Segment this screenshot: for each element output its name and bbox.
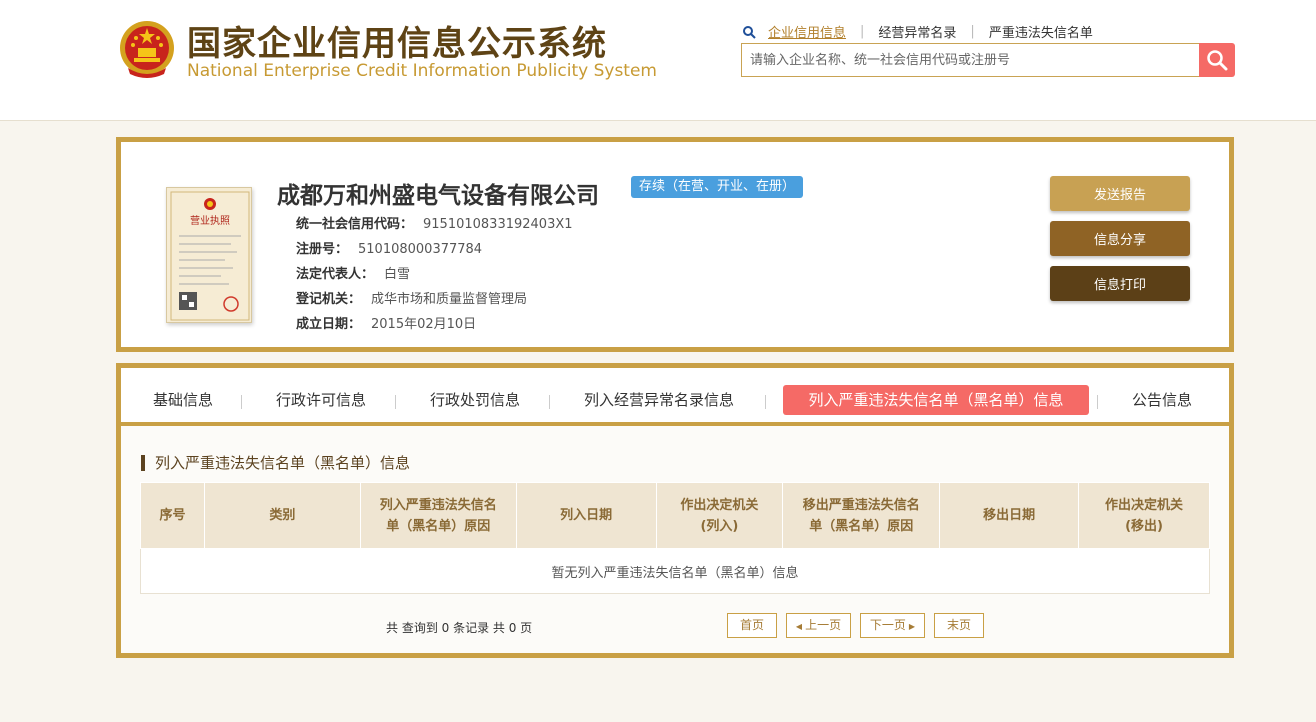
blacklist-table: 序号 类别 列入严重违法失信名 单（黑名单）原因 列入日期 作出决定机关 (列入) …: [140, 482, 1210, 594]
prev-page-label: 上一页: [805, 618, 842, 632]
next-page-label: 下一页: [869, 618, 906, 632]
tab-basic-info[interactable]: 基础信息: [133, 385, 233, 415]
tab-abnormal-list[interactable]: 列入经营异常名录信息: [569, 385, 749, 415]
info-label: 登记机关：: [296, 292, 362, 307]
info-value: 白雪: [384, 267, 411, 282]
col-header: 列入严重违法失信名 单（黑名单）原因: [359, 482, 517, 549]
col-header-line: 单（黑名单）原因: [809, 518, 914, 534]
tab-announcements[interactable]: 公告信息: [1117, 385, 1207, 415]
link-enterprise-credit[interactable]: 企业信用信息: [768, 22, 846, 41]
national-emblem-icon: [120, 21, 174, 78]
info-value: 9151010833192403X1: [423, 217, 573, 232]
col-header-line: 序号: [159, 508, 186, 523]
detail-panel: 基础信息 行政许可信息 行政处罚信息 列入经营异常名录信息 列入严重违法失信名单…: [116, 363, 1234, 658]
pager-summary: 共 查询到 0 条记录 共 0 页: [386, 621, 533, 635]
search-bar: [741, 43, 1235, 77]
link-divider: |: [970, 24, 975, 39]
col-header: 列入日期: [515, 482, 657, 549]
site-title-en: National Enterprise Credit Information P…: [187, 61, 657, 81]
link-blacklist[interactable]: 严重违法失信名单: [989, 22, 1093, 41]
search-icon: [1207, 50, 1228, 71]
col-header-line: 类别: [269, 508, 296, 523]
tab-admin-license[interactable]: 行政许可信息: [261, 385, 381, 415]
info-registry-authority: 登记机关： 成华市场和质量监督管理局: [296, 288, 527, 307]
print-info-button[interactable]: 信息打印: [1050, 266, 1190, 301]
search-button[interactable]: [1199, 43, 1235, 77]
tab-divider: [765, 395, 766, 409]
col-header-line: 列入日期: [560, 508, 613, 523]
tab-divider: [395, 395, 396, 409]
info-label: 统一社会信用代码：: [296, 217, 414, 232]
tab-divider: [549, 395, 550, 409]
top-nav-links: 企业信用信息 | 经营异常名录 | 严重违法失信名单: [742, 22, 1093, 41]
link-divider: |: [860, 24, 865, 39]
info-value: 510108000377784: [358, 242, 483, 257]
col-header-line: (移出): [1125, 518, 1163, 534]
chevron-left-icon: ◀: [795, 622, 803, 631]
prev-page-button[interactable]: ◀ 上一页: [786, 613, 851, 638]
info-credit-code: 统一社会信用代码： 9151010833192403X1: [296, 213, 573, 232]
col-header: 类别: [203, 482, 361, 549]
col-header-line: 单（黑名单）原因: [386, 518, 491, 534]
tab-divider: [241, 395, 242, 409]
info-legal-rep: 法定代表人： 白雪: [296, 263, 410, 282]
section-title: 列入严重违法失信名单（黑名单）信息: [141, 455, 410, 471]
col-header: 作出决定机关 (列入): [655, 482, 784, 549]
tab-divider: [1097, 395, 1098, 409]
search-input[interactable]: [741, 43, 1201, 77]
info-established-date: 成立日期： 2015年02月10日: [296, 313, 476, 332]
last-page-button[interactable]: 末页: [934, 613, 984, 638]
col-header-line: 作出决定机关: [680, 497, 759, 513]
link-abnormal-list[interactable]: 经营异常名录: [878, 22, 956, 41]
site-header: 国家企业信用信息公示系统 National Enterprise Credit …: [0, 0, 1316, 121]
tab-admin-penalty[interactable]: 行政处罚信息: [415, 385, 535, 415]
col-header-line: (列入): [700, 518, 739, 534]
first-page-button[interactable]: 首页: [727, 613, 777, 638]
site-title-cn: 国家企业信用信息公示系统: [187, 24, 607, 64]
business-license-image[interactable]: 营业执照: [166, 187, 252, 323]
col-header-line: 列入严重违法失信名: [379, 497, 497, 513]
info-label: 注册号：: [296, 242, 349, 257]
search-icon: [743, 25, 756, 39]
col-header-line: 移出日期: [983, 508, 1036, 523]
col-header: 移出日期: [939, 482, 1080, 549]
empty-table-message: 暂无列入严重违法失信名单（黑名单）信息: [140, 548, 1210, 594]
info-label: 成立日期：: [296, 317, 362, 332]
col-header-line: 移出严重违法失信名: [802, 497, 920, 513]
license-title: 营业执照: [190, 214, 230, 227]
send-report-button[interactable]: 发送报告: [1050, 176, 1190, 211]
company-info-card: 营业执照 成都万和州盛电气设备有限公司 存续（在营、开业、在册） 统一社会信用代…: [116, 137, 1234, 352]
col-header: 序号: [140, 482, 205, 549]
table-header-row: 序号 类别 列入严重违法失信名 单（黑名单）原因 列入日期 作出决定机关 (列入) …: [140, 482, 1210, 549]
table-row: 暂无列入严重违法失信名单（黑名单）信息: [140, 548, 1210, 594]
col-header-line: 作出决定机关: [1105, 497, 1184, 513]
col-header: 移出严重违法失信名 单（黑名单）原因: [782, 482, 941, 549]
info-value: 成华市场和质量监督管理局: [371, 292, 528, 307]
info-value: 2015年02月10日: [371, 317, 477, 332]
company-name: 成都万和州盛电气设备有限公司: [277, 183, 599, 209]
col-header: 作出决定机关 (移出): [1078, 482, 1210, 549]
share-info-button[interactable]: 信息分享: [1050, 221, 1190, 256]
status-badge: 存续（在营、开业、在册）: [631, 176, 804, 198]
license-thumbnail: 营业执照: [170, 191, 250, 321]
tab-blacklist[interactable]: 列入严重违法失信名单（黑名单）信息: [783, 385, 1089, 415]
info-label: 法定代表人：: [296, 267, 375, 282]
info-registration-no: 注册号： 510108000377784: [296, 238, 482, 257]
tab-bar: 基础信息 行政许可信息 行政处罚信息 列入经营异常名录信息 列入严重违法失信名单…: [121, 368, 1229, 426]
chevron-right-icon: ▶: [908, 622, 916, 631]
next-page-button[interactable]: 下一页 ▶: [860, 613, 925, 638]
